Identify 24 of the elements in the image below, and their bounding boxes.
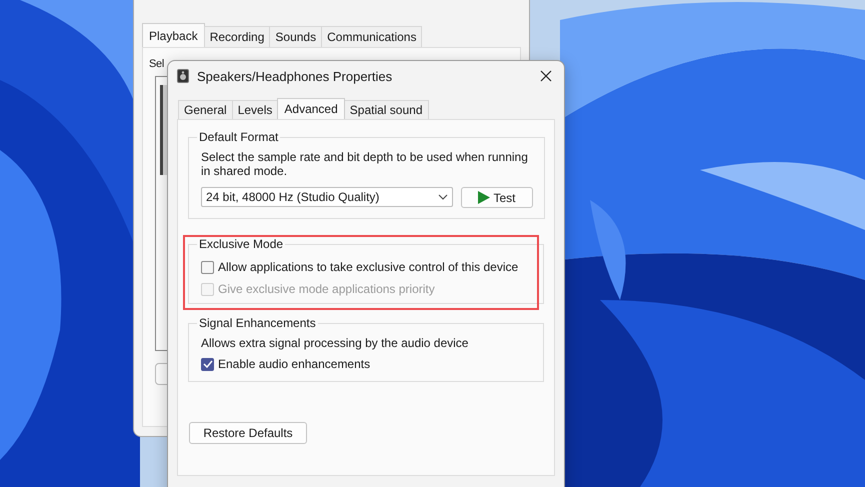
speaker-icon	[177, 69, 189, 83]
checkbox-label: Give exclusive mode applications priority	[218, 282, 435, 296]
instruction-text: Sel	[149, 57, 165, 72]
tab[interactable]: Recording	[204, 26, 270, 47]
group-heading: Default Format	[198, 130, 280, 144]
tab[interactable]: Communications	[321, 26, 422, 47]
checkbox-label: Enable audio enhancements	[218, 357, 370, 371]
restore-defaults-button[interactable]: Restore Defaults	[189, 422, 307, 444]
tab[interactable]: Playback	[142, 23, 205, 47]
window-title: Speakers/Headphones Properties	[197, 68, 394, 84]
description-text: Select the sample rate and bit depth to be used when running in shared mode.	[201, 150, 529, 178]
checkbox-label: Allow applications to take exclusive control of this device	[218, 260, 518, 274]
close-icon[interactable]	[540, 70, 552, 82]
group-heading: Exclusive Mode	[198, 237, 284, 251]
tab[interactable]: General	[178, 100, 233, 119]
format-dropdown[interactable]: 24 bit, 48000 Hz (Studio Quality)	[201, 187, 453, 207]
tab[interactable]: Advanced	[277, 98, 345, 120]
checkbox[interactable]	[201, 358, 214, 370]
group-heading: Signal Enhancements	[198, 316, 317, 330]
description-text: Allows extra signal processing by the audio device	[201, 336, 470, 350]
tab[interactable]: Spatial sound	[344, 100, 428, 119]
play-icon	[478, 191, 490, 204]
test-button[interactable]: Test	[461, 187, 533, 208]
chevron-down-icon	[438, 194, 448, 200]
